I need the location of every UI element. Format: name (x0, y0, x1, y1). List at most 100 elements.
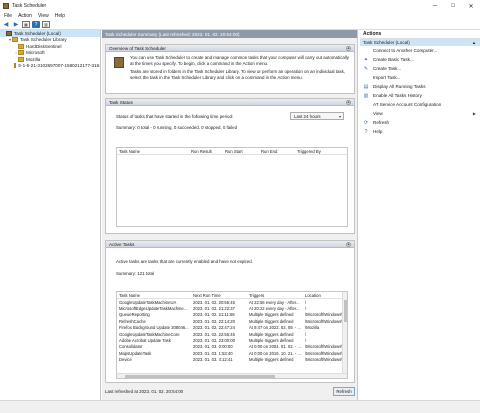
menu-action[interactable]: Action (18, 13, 32, 19)
table-cell: At 22:56 every day - After... (249, 299, 300, 305)
show-hide-console-tree-icon[interactable]: ▦ (22, 21, 30, 28)
table-cell: MicrosoftEdgeUpdateTaskMachine... (119, 306, 188, 312)
table-cell: At 0:00 on 2004. 01. 02. - ... (249, 344, 301, 350)
forward-arrow-icon[interactable]: ▶ (12, 21, 20, 28)
overview-section-header[interactable]: Overview of Task Scheduler ▲ (106, 45, 354, 52)
task-scheduler-icon (6, 30, 12, 36)
table-row[interactable]: Firefox Background Update 308046... 2023.… (117, 325, 347, 331)
table-cell: 2023. 01. 02. 20:56:45 (193, 299, 235, 305)
maximize-button[interactable]: □ (444, 0, 462, 12)
actions-subheader[interactable]: Task Scheduler (Local) ▲ (360, 39, 480, 46)
last-refreshed-text: Last refreshed at 2023. 01. 02. 20:54:00 (105, 388, 184, 394)
table-cell: 2023. 01. 02. 22:47:24 (193, 325, 235, 331)
action-item[interactable]: Import Task... (360, 73, 480, 82)
tree-item-label: HardDiskSentinel (26, 43, 62, 49)
table-cell: \Microsoft\Windows\D... (305, 357, 347, 363)
help-icon[interactable]: ? (32, 21, 40, 28)
menu-help[interactable]: Help (55, 13, 65, 19)
summary-header: Task Scheduler Summary (Last refreshed: … (102, 30, 357, 38)
column-header-triggered-by[interactable]: Triggered By (295, 149, 345, 154)
column-header-run-end[interactable]: Run End (259, 149, 295, 154)
task-status-table[interactable]: Task Name Run Result Run Start Run End T… (116, 147, 348, 227)
table-row[interactable]: MapsUpdateTask 2023. 01. 03. 1:53:40 At 0:… (117, 350, 347, 356)
action-icon: ▥ (363, 92, 369, 99)
table-cell: Firefox Background Update 308046... (119, 325, 189, 331)
overview-title: Overview of Task Scheduler (109, 45, 166, 51)
action-item[interactable]: ⟳ Refresh (360, 118, 480, 127)
column-header-task-name[interactable]: Task Name (117, 149, 189, 154)
table-cell: \ (305, 299, 307, 305)
tree-item-label: Mozilla (26, 56, 41, 62)
table-row[interactable]: MicrosoftEdgeUpdateTaskMachine... 2023. 0… (117, 305, 347, 311)
action-item[interactable]: AT Service Account Configuration (360, 100, 480, 109)
time-period-value: Last 24 hours (294, 113, 321, 119)
column-header-run-result[interactable]: Run Result (189, 149, 223, 154)
tree-item[interactable]: S-1-5-21-3102697007-1580212177-3161 (0, 63, 100, 70)
folder-icon (18, 43, 24, 49)
task-scheduler-icon (114, 57, 124, 68)
table-cell: Multiple triggers defined (249, 312, 294, 318)
table-cell: 2023. 01. 03. 0:00:00 (193, 344, 233, 350)
table-row[interactable]: GoogleUpdateTaskMachineCore 2023. 01. 02.… (117, 331, 347, 337)
table-cell: Multiple triggers defined (249, 331, 294, 337)
submenu-arrow-icon: ▶ (472, 111, 476, 116)
actions-title: Actions (360, 30, 480, 39)
column-header-run-start[interactable]: Run Start (223, 149, 259, 154)
active-tasks-header[interactable]: Active Tasks ▲ (106, 241, 354, 248)
table-cell: 2023. 01. 03. 1:53:40 (193, 350, 233, 356)
action-item[interactable]: ▤ Display All Running Tasks (360, 82, 480, 91)
column-header-triggers[interactable]: Triggers (247, 293, 303, 298)
horizontal-scrollbar[interactable] (117, 373, 347, 378)
action-item[interactable]: ✦ Create Basic Task... (360, 55, 480, 64)
action-item[interactable]: Connect to Another Computer... (360, 46, 480, 55)
close-button[interactable]: ✕ (462, 0, 480, 12)
table-row[interactable]: GoogleUpdateTaskMachineUA 2023. 01. 02. 2… (117, 299, 347, 305)
action-label: Enable All Tasks History (373, 93, 422, 98)
table-cell: 2023. 01. 02. 21:11:59 (193, 312, 235, 318)
menu-view[interactable]: View (38, 13, 49, 19)
window-title: Task Scheduler (12, 3, 47, 9)
collapse-icon[interactable]: ▲ (346, 241, 351, 247)
show-hide-action-pane-icon[interactable]: ▥ (42, 21, 50, 28)
active-tasks-table-header: Task Name Next Run Time Triggers Locatio… (117, 292, 347, 299)
table-row[interactable]: QueueReporting 2023. 01. 02. 21:11:59 Mult… (117, 312, 347, 318)
summary-footer: Last refreshed at 2023. 01. 02. 20:54:00… (105, 385, 355, 397)
collapse-icon[interactable]: ▲ (346, 99, 351, 105)
column-header-next-run-time[interactable]: Next Run Time (191, 293, 247, 298)
vertical-scrollbar[interactable] (342, 292, 347, 378)
overview-section: Overview of Task Scheduler ▲ You can use… (105, 44, 355, 94)
table-row[interactable]: Adobe Acrobat Update Task 2023. 01. 02. 2… (117, 337, 347, 343)
action-item[interactable]: ▥ Enable All Tasks History (360, 91, 480, 100)
active-tasks-title: Active Tasks (109, 241, 135, 247)
table-cell: 2023. 01. 02. 23:00:00 (193, 338, 235, 344)
folder-icon (18, 56, 24, 62)
menu-file[interactable]: File (4, 13, 12, 19)
task-status-header[interactable]: Task Status ▲ (106, 99, 354, 106)
table-row[interactable]: Device 2023. 01. 03. 4:12:41 Multiple trig… (117, 357, 347, 363)
task-scheduler-app-icon (3, 3, 9, 9)
overview-paragraph-1: You can use Task Scheduler to create and… (130, 55, 349, 66)
refresh-button[interactable]: Refresh (333, 386, 355, 396)
table-cell: Multiple triggers defined (249, 338, 294, 344)
action-item[interactable]: View ▶ (360, 109, 480, 118)
column-header-task-name[interactable]: Task Name (117, 293, 191, 298)
minimize-button[interactable]: ─ (426, 0, 444, 12)
action-icon: ✦ (363, 56, 369, 63)
table-row[interactable]: Consolidator 2023. 01. 03. 0:00:00 At 0:00… (117, 344, 347, 350)
time-period-dropdown[interactable]: Last 24 hours ▾ (290, 112, 344, 120)
folder-icon (12, 37, 18, 43)
action-label: AT Service Account Configuration (373, 102, 442, 107)
table-cell: 2023. 01. 02. 21:22:37 (193, 306, 235, 312)
table-row[interactable]: RefreshCache 2023. 01. 02. 22:14:20 Multip… (117, 318, 347, 324)
summary-pane: Task Scheduler Summary (Last refreshed: … (102, 30, 358, 400)
action-item[interactable]: ✎ Create Task... (360, 64, 480, 73)
chevron-down-icon: ▾ (338, 113, 341, 119)
task-status-title: Task Status (109, 99, 133, 105)
collapse-icon[interactable]: ▲ (346, 45, 351, 51)
back-arrow-icon[interactable]: ◀ (2, 21, 10, 28)
action-item[interactable]: ? Help (360, 127, 480, 136)
action-label: Connect to Another Computer... (373, 48, 438, 53)
toolbar: ◀ ▶ ▦ ? ▥ (0, 20, 480, 30)
active-tasks-table[interactable]: Task Name Next Run Time Triggers Locatio… (116, 291, 348, 379)
column-header-location[interactable]: Location (303, 293, 347, 298)
